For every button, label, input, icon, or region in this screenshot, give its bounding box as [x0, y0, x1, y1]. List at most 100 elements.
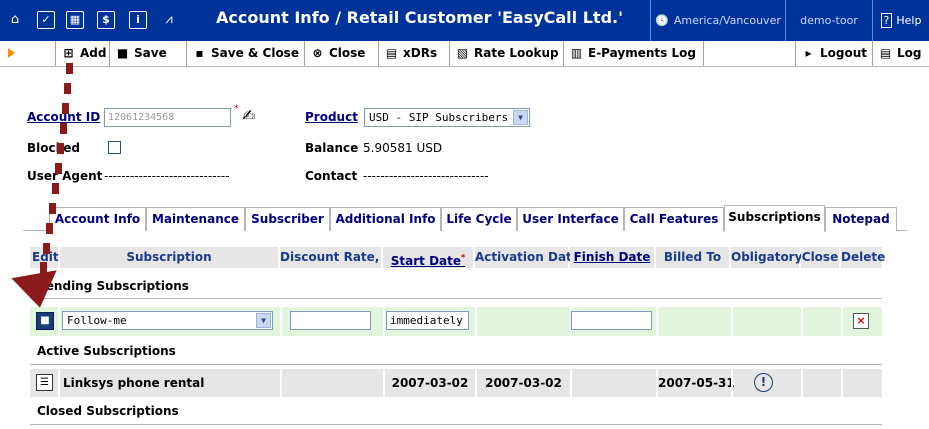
active-close-cell [801, 369, 841, 397]
chevron-down-icon: ▼ [256, 313, 271, 328]
start-date-input[interactable]: immediately [386, 311, 469, 330]
clock-icon: 🕓 [655, 14, 669, 27]
user-agent-value: ----------------------------- [104, 169, 230, 183]
xdrs-button[interactable]: ▤ xDRs [379, 41, 450, 66]
help-icon: ? [880, 13, 893, 28]
epayments-log-button[interactable]: ▥ E-Payments Log [564, 41, 704, 66]
col-billed-to: Billed To [656, 247, 729, 268]
delete-icon[interactable]: × [853, 313, 869, 329]
toolbar: ⊞ Add ■ Save ▪ Save & Close ⊗ Close ▤ xDRs ▧ R… [0, 41, 929, 67]
log-icon: ▤ [879, 46, 892, 60]
arrow-right-icon [8, 48, 15, 58]
tab-subscriptions[interactable]: Subscriptions [724, 205, 825, 232]
epayments-label: E-Payments Log [588, 46, 696, 60]
blocked-label: Blocked [27, 141, 81, 155]
contact-value: ----------------------------- [363, 169, 489, 183]
logout-button[interactable]: ▸ Logout [795, 41, 873, 66]
info-icon[interactable]: i [129, 11, 147, 29]
close-label: Close [329, 46, 366, 60]
blocked-checkbox[interactable] [108, 141, 121, 154]
user-label: demo-toor [800, 14, 858, 27]
title-bar: ⌂ ✓ ▦ $ i ⩘ Account Info / Retail Custom… [0, 0, 929, 41]
log-button[interactable]: ▤ Log [873, 41, 929, 66]
edit-pencil-icon[interactable]: ✍ [242, 106, 255, 125]
active-discount-cell [280, 369, 383, 397]
pending-cell-close [801, 307, 841, 336]
col-subscription: Subscription [60, 247, 278, 268]
section-divider [30, 424, 882, 425]
timezone-cell[interactable]: 🕓 America/Vancouver [650, 0, 785, 41]
product-label[interactable]: Product [305, 110, 358, 124]
balance-label: Balance [305, 141, 359, 155]
annotation-dash [57, 143, 64, 154]
active-subscriptions-heading: Active Subscriptions [37, 344, 176, 358]
add-button[interactable]: ⊞ Add [55, 41, 110, 66]
user-cell[interactable]: demo-toor [785, 0, 872, 41]
active-subscription-name: Linksys phone rental [58, 369, 280, 397]
account-id-required-mark: * [234, 104, 239, 114]
closed-subscriptions-heading: Closed Subscriptions [37, 404, 179, 418]
contact-label: Contact [305, 169, 358, 183]
col-finish-date[interactable]: Finish Date [570, 247, 654, 268]
col-close: Close [801, 247, 839, 268]
rate-lookup-button[interactable]: ▧ Rate Lookup [450, 41, 564, 66]
xdrs-label: xDRs [403, 46, 438, 60]
rate-lookup-icon: ▧ [456, 46, 469, 60]
product-select[interactable]: USD - SIP Subscribers ▼ [364, 108, 530, 127]
balance-value: 5.90581 USD [363, 141, 443, 155]
col-activation-date: Activation Date [475, 247, 580, 268]
add-label: Add [80, 46, 107, 60]
save-close-button[interactable]: ▪ Save & Close [187, 41, 305, 66]
annotation-dash [64, 83, 71, 94]
active-billed-to: 2007-05-31 [656, 369, 735, 397]
grid-icon[interactable]: ▦ [66, 11, 84, 29]
tab-life-cycle[interactable]: Life Cycle [441, 207, 517, 231]
save-close-icon: ▪ [195, 46, 204, 60]
dollar-icon[interactable]: $ [97, 11, 115, 29]
col-obligatory: Obligatory [731, 247, 802, 268]
subscription-select-value: Follow-me [67, 314, 127, 327]
close-button[interactable]: ⊗ Close [305, 41, 379, 66]
checkbox-icon[interactable]: ✓ [37, 11, 55, 29]
chevron-down-icon: ▼ [513, 110, 528, 125]
pending-cell-obligatory [731, 307, 801, 336]
logout-icon: ▸ [805, 46, 812, 60]
col-delete: Delete [841, 247, 885, 268]
col-start-date[interactable]: Start Date* [383, 247, 473, 268]
tab-subscriber[interactable]: Subscriber [245, 207, 330, 231]
tab-maintenance[interactable]: Maintenance [146, 207, 245, 231]
tab-account-info[interactable]: Account Info [49, 207, 146, 231]
epayments-icon: ▥ [570, 46, 583, 60]
home-icon[interactable]: ⌂ [6, 11, 24, 29]
section-divider [30, 364, 882, 365]
edit-row-icon[interactable]: ☰ [36, 374, 53, 391]
pending-cell-billed [656, 307, 731, 336]
annotation-dash [62, 103, 69, 114]
active-start-date: 2007-03-02 [383, 369, 475, 397]
annotation-dash [52, 183, 59, 194]
help-link[interactable]: ? Help [872, 0, 929, 41]
subscription-select[interactable]: Follow-me ▼ [62, 311, 273, 330]
start-date-header: Start Date [390, 254, 462, 268]
annotation-dash [66, 63, 73, 74]
obligatory-info-icon[interactable]: ! [754, 373, 773, 392]
rate-lookup-label: Rate Lookup [474, 46, 559, 60]
annotation-dash [43, 243, 50, 254]
tab-notepad[interactable]: Notepad [825, 207, 897, 231]
product-select-value: USD - SIP Subscribers [369, 111, 509, 124]
chart-icon[interactable]: ⩘ [160, 11, 178, 29]
timezone-label: America/Vancouver [673, 14, 781, 27]
finish-date-input[interactable] [571, 311, 652, 330]
tab-additional-info[interactable]: Additional Info [330, 207, 441, 231]
save-row-icon[interactable]: ■ [36, 312, 54, 330]
save-button[interactable]: ■ Save [110, 41, 187, 66]
log-label: Log [897, 46, 922, 60]
section-divider [30, 298, 882, 299]
help-label: Help [896, 14, 922, 27]
pending-cell-activation [475, 307, 570, 336]
tab-call-features[interactable]: Call Features [624, 207, 724, 231]
tab-user-interface[interactable]: User Interface [517, 207, 624, 231]
account-id-input[interactable]: 12061234568 [104, 108, 231, 127]
discount-rate-input[interactable] [290, 311, 371, 330]
active-activation-date: 2007-03-02 [475, 369, 570, 397]
